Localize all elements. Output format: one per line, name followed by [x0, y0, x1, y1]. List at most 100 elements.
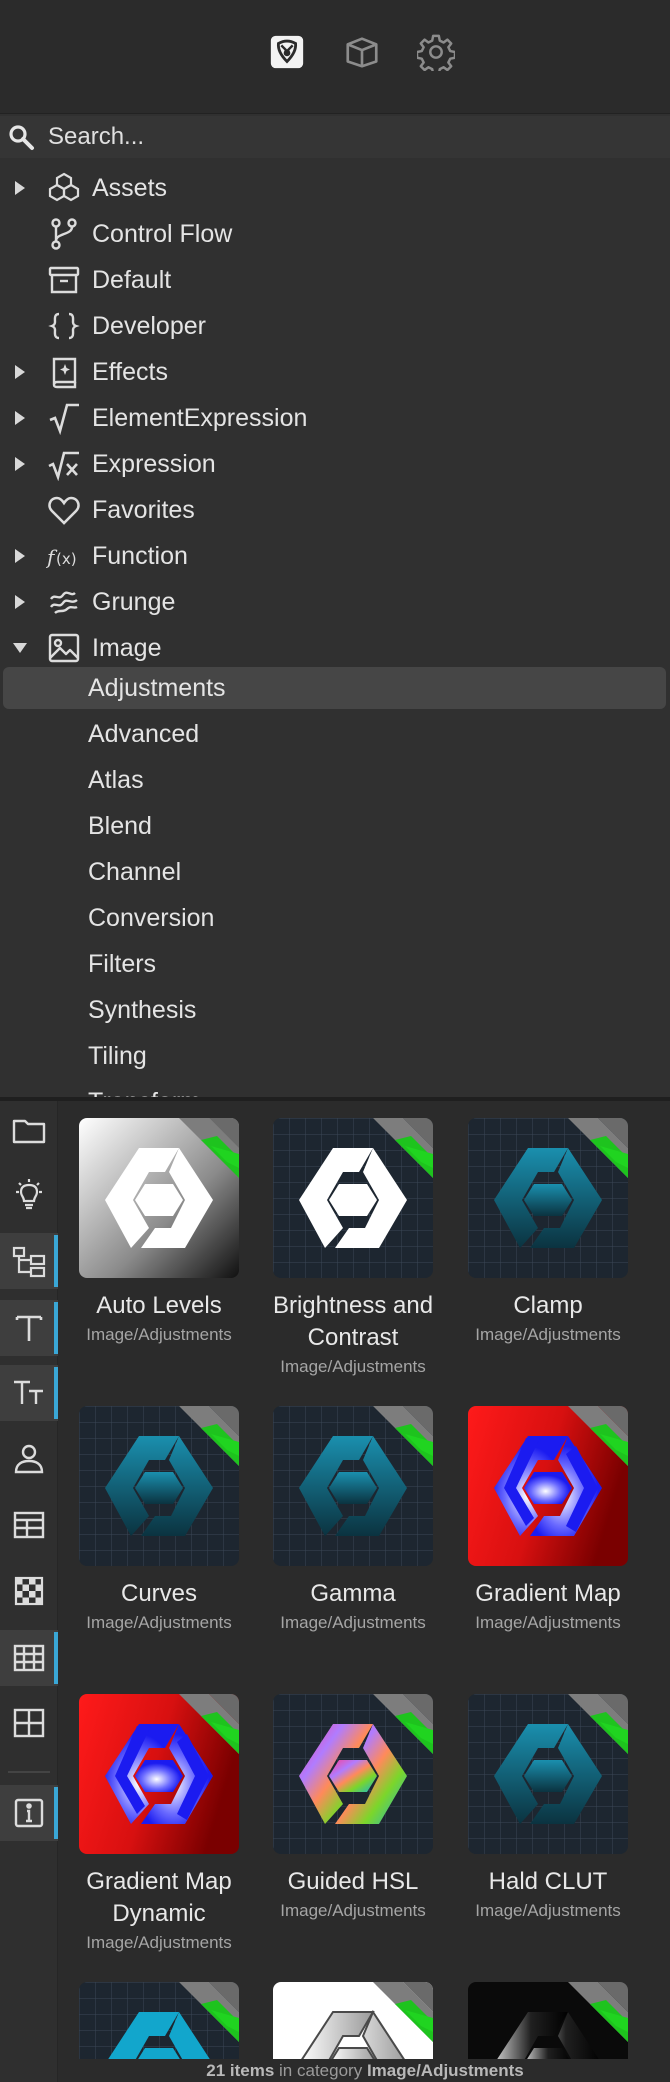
- node-card-partial-9[interactable]: [62, 1982, 256, 2059]
- tree-subitem-channel[interactable]: Channel: [0, 849, 670, 895]
- grid-2x2-icon: [13, 1708, 45, 1738]
- node-name: Brightness and Contrast: [272, 1292, 434, 1351]
- text-size-icon: [14, 1380, 43, 1404]
- sidebar-grid-2-button[interactable]: [0, 1695, 58, 1751]
- search-input[interactable]: [48, 123, 608, 151]
- tree-item-assets[interactable]: Assets: [0, 165, 670, 211]
- node-grid: Auto Levels Image/Adjustments Brightness a…: [60, 1101, 670, 2059]
- sidebar-folder-button[interactable]: [0, 1103, 58, 1159]
- node-card-guided-hsl[interactable]: Guided HSL Image/Adjustments: [256, 1694, 450, 1921]
- tree-item-function[interactable]: f (x) Function: [0, 533, 670, 579]
- tree-subitem-label: Channel: [88, 857, 182, 886]
- tree-subitem-tiling[interactable]: Tiling: [0, 1033, 670, 1079]
- sparkle-book-icon: [46, 354, 82, 390]
- sidebar-hints-button[interactable]: [0, 1167, 58, 1223]
- node-card-gradient-map-dynamic[interactable]: Gradient Map Dynamic Image/Adjustments: [62, 1694, 256, 1953]
- node-card-brightness-and-contrast[interactable]: Brightness and Contrast Image/Adjustments: [256, 1118, 450, 1377]
- item-count: 21 items: [206, 2061, 275, 2080]
- table-icon: [13, 1511, 45, 1539]
- lightbulb-icon: [16, 1179, 42, 1210]
- tree-item-grunge[interactable]: Grunge: [0, 579, 670, 625]
- status-middle: in category: [279, 2061, 363, 2080]
- node-name: Hald CLUT: [488, 1868, 608, 1895]
- grunge-icon: [46, 584, 82, 620]
- node-thumbnail: [79, 1694, 239, 1854]
- sidebar-text-size-button[interactable]: [0, 1365, 58, 1421]
- node-thumbnail: [79, 1118, 239, 1278]
- collapse-arrow-icon[interactable]: [10, 638, 30, 658]
- tree-item-default[interactable]: Default: [0, 257, 670, 303]
- search-bar: [0, 116, 670, 158]
- node-card-clamp[interactable]: Clamp Image/Adjustments: [451, 1118, 645, 1345]
- node-card-partial-11[interactable]: [451, 1982, 645, 2059]
- top-toolbar: [0, 0, 670, 114]
- sidebar-checker-button[interactable]: [0, 1563, 58, 1619]
- tree-item-control-flow[interactable]: Control Flow: [0, 211, 670, 257]
- node-name: Auto Levels: [96, 1292, 222, 1319]
- tree-item-expression[interactable]: Expression: [0, 441, 670, 487]
- packages-button[interactable]: [342, 32, 382, 72]
- tree-subitem-filters[interactable]: Filters: [0, 941, 670, 987]
- status-category: Image/Adjustments: [366, 2061, 524, 2080]
- tree-item-label: Function: [92, 541, 188, 570]
- image-icon: [46, 630, 82, 666]
- expand-arrow-icon[interactable]: [10, 362, 30, 382]
- node-category: Image/Adjustments: [86, 1613, 232, 1632]
- archive-icon: [46, 262, 82, 298]
- sidebar-grid-button[interactable]: [0, 1630, 58, 1686]
- settings-button[interactable]: [416, 32, 456, 72]
- tree-item-label: Assets: [92, 173, 168, 202]
- expand-arrow-icon[interactable]: [10, 454, 30, 474]
- tree-subitem-label: Synthesis: [88, 995, 197, 1024]
- tree-item-image[interactable]: Image: [0, 625, 670, 671]
- node-thumbnail: [79, 1982, 239, 2059]
- tree-subitem-advanced[interactable]: Advanced: [0, 711, 670, 757]
- gear-icon: [417, 34, 455, 71]
- tree-subitem-adjustments[interactable]: Adjustments: [3, 667, 666, 709]
- tree-subitem-label: Atlas: [88, 765, 144, 794]
- sidebar-divider: [8, 1771, 50, 1773]
- node-card-partial-10[interactable]: [256, 1982, 450, 2059]
- tree-subitem-atlas[interactable]: Atlas: [0, 757, 670, 803]
- tree-item-favorites[interactable]: Favorites: [0, 487, 670, 533]
- node-name: Clamp: [513, 1292, 583, 1319]
- sidebar-table-button[interactable]: [0, 1497, 58, 1553]
- tree-item-elementexpression[interactable]: ElementExpression: [0, 395, 670, 441]
- search-icon: [4, 120, 38, 154]
- tree-item-label: Control Flow: [92, 219, 233, 248]
- branch-icon: [46, 216, 82, 252]
- sidebar-node-tree-button[interactable]: [0, 1233, 58, 1289]
- expand-arrow-icon[interactable]: [10, 592, 30, 612]
- node-category: Image/Adjustments: [86, 1933, 232, 1952]
- tree-subitem-blend[interactable]: Blend: [0, 803, 670, 849]
- category-tree: Assets Control Flow Default Developer Ef…: [0, 114, 670, 1099]
- node-card-curves[interactable]: Curves Image/Adjustments: [62, 1406, 256, 1633]
- node-library-button[interactable]: [267, 32, 307, 72]
- heart-icon: [46, 492, 82, 528]
- sidebar-text-button[interactable]: [0, 1300, 58, 1356]
- node-category: Image/Adjustments: [475, 1325, 621, 1344]
- expand-arrow-icon[interactable]: [10, 408, 30, 428]
- tree-subitem-conversion[interactable]: Conversion: [0, 895, 670, 941]
- sidebar-user-button[interactable]: [0, 1431, 58, 1487]
- tree-item-effects[interactable]: Effects: [0, 349, 670, 395]
- sidebar-info-button[interactable]: [0, 1785, 58, 1841]
- expand-arrow-icon[interactable]: [10, 546, 30, 566]
- folder-icon: [12, 1119, 46, 1144]
- tree-subitem-synthesis[interactable]: Synthesis: [0, 987, 670, 1033]
- box-icon: [346, 37, 378, 68]
- node-card-gradient-map[interactable]: Gradient Map Image/Adjustments: [451, 1406, 645, 1633]
- sqrt-x-icon: [46, 446, 82, 482]
- tree-item-developer[interactable]: Developer: [0, 303, 670, 349]
- text-icon: [15, 1315, 43, 1341]
- node-card-gamma[interactable]: Gamma Image/Adjustments: [256, 1406, 450, 1633]
- node-category: Image/Adjustments: [280, 1613, 426, 1632]
- tree-subitem-transform[interactable]: Transform: [0, 1079, 670, 1100]
- tree-item-label: Developer: [92, 311, 206, 340]
- expand-arrow-icon[interactable]: [10, 178, 30, 198]
- tree-subitem-label: Adjustments: [88, 673, 226, 702]
- grid-icon: [13, 1644, 45, 1672]
- node-card-auto-levels[interactable]: Auto Levels Image/Adjustments: [62, 1118, 256, 1345]
- node-card-hald-clut[interactable]: Hald CLUT Image/Adjustments: [451, 1694, 645, 1921]
- tree-subitem-label: Tiling: [88, 1041, 147, 1070]
